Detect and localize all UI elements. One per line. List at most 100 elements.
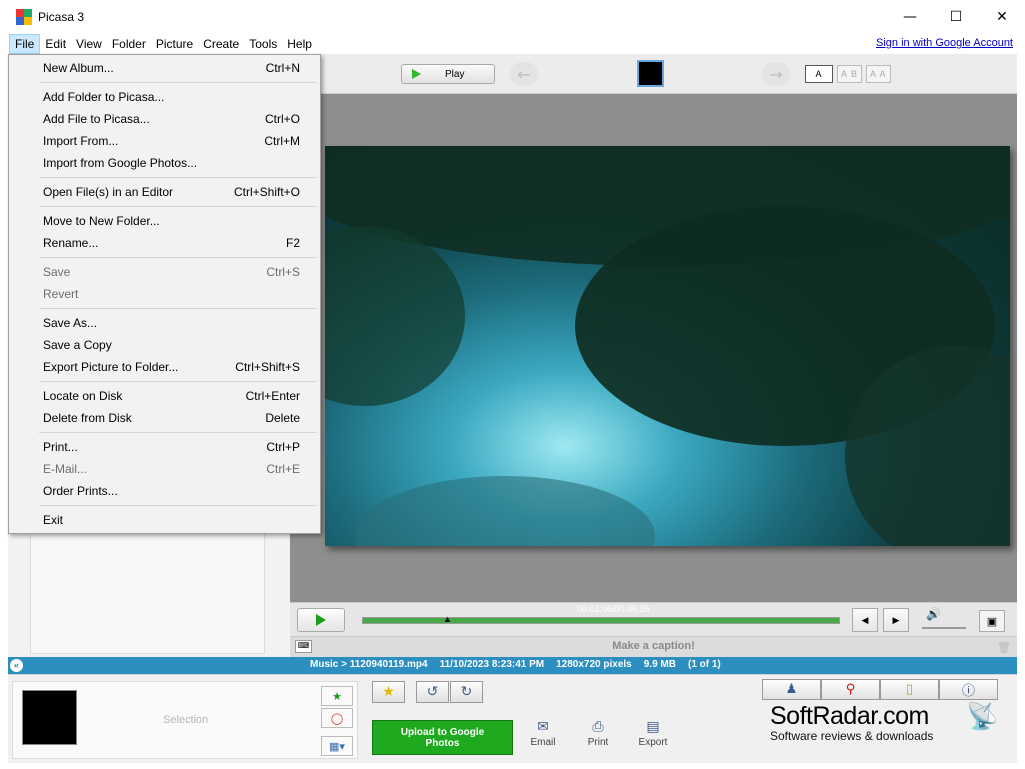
menu-item-rename[interactable]: Rename... F2 [9,232,320,254]
menu-item-label: Print... [43,440,78,454]
menu-separator [39,82,317,83]
export-folder-icon: ▤ [646,719,660,735]
menu-separator [39,381,317,382]
volume-slider[interactable] [922,627,966,629]
menu-item-add-folder-to-picasa[interactable]: Add Folder to Picasa... [9,86,320,108]
menu-item-shortcut: Ctrl+N [265,61,300,75]
previous-button[interactable]: ← [510,62,538,86]
status-dimensions: 1280x720 pixels [556,659,632,670]
menu-view[interactable]: View [71,34,107,54]
current-thumbnail[interactable] [637,60,664,87]
menu-item-open-file-s-in-an-editor[interactable]: Open File(s) in an Editor Ctrl+Shift+O [9,181,320,203]
menu-separator [39,308,317,309]
trash-icon[interactable]: 🗑 [997,641,1011,654]
upload-label-line1: Upload to Google [400,726,485,738]
caption-mode-compare[interactable]: A B [837,65,863,83]
add-to-album-button[interactable]: ▦▾ [321,736,353,756]
export-button[interactable]: ▤ Export [633,719,673,748]
print-button[interactable]: ⎙ Print [578,719,618,748]
timeline-fill [363,618,839,623]
fullscreen-button[interactable]: ▣ [979,610,1005,632]
status-datetime: 11/10/2023 8:23:41 PM [439,659,545,670]
rotate-right-button[interactable]: ↻ [450,681,483,703]
status-size: 9.9 MB [643,659,676,670]
pin-icon: ★ [332,690,342,703]
star-icon: ★ [382,684,395,700]
caption-mode-single[interactable]: A [805,65,833,83]
file-menu-dropdown: New Album... Ctrl+N Add Folder to Picasa..… [8,54,321,534]
video-player-controls: 00:01:06/00:06:36 ▲ ◀ ▶ 🔊 ▣ [290,602,1017,636]
menu-item-export-picture-to-folder[interactable]: Export Picture to Folder... Ctrl+Shift+S [9,356,320,378]
people-tab[interactable]: ♟ [762,679,821,700]
previous-frame-button[interactable]: ◀ [852,608,878,632]
play-slideshow-button[interactable]: Play [401,64,495,84]
menu-item-order-prints[interactable]: Order Prints... [9,480,320,502]
menu-item-locate-on-disk[interactable]: Locate on Disk Ctrl+Enter [9,385,320,407]
tags-tab[interactable]: ▯ [880,679,939,700]
menu-item-label: Move to New Folder... [43,214,160,228]
menu-help[interactable]: Help [282,34,317,54]
upload-google-photos-button[interactable]: Upload to Google Photos [372,720,513,755]
window-title: Picasa 3 [38,10,85,24]
sign-in-link[interactable]: Sign in with Google Account [876,37,1013,49]
export-label: Export [638,737,668,748]
menu-item-print[interactable]: Print... Ctrl+P [9,436,320,458]
rotate-right-icon: ↻ [460,684,473,700]
caption-input[interactable]: Make a caption! [290,640,1017,652]
menu-item-exit[interactable]: Exit [9,509,320,531]
menu-item-import-from[interactable]: Import From... Ctrl+M [9,130,320,152]
menu-separator [39,177,317,178]
maximize-icon: ☐ [949,9,963,25]
next-button[interactable]: → [762,62,790,86]
tag-icon: ▯ [905,682,914,697]
menu-folder[interactable]: Folder [107,34,151,54]
collapse-panel-icon[interactable]: « [10,659,23,672]
menu-tools[interactable]: Tools [244,34,282,54]
upload-label-line2: Photos [425,737,460,749]
video-play-button[interactable] [297,608,345,632]
menu-separator [39,432,317,433]
star-button[interactable]: ★ [372,681,405,703]
menu-item-save-a-copy[interactable]: Save a Copy [9,334,320,356]
email-button[interactable]: ✉ Email [523,719,563,748]
rotate-left-icon: ↺ [426,684,439,700]
caption-mode-double[interactable]: A A [866,65,891,83]
timeline-playhead[interactable]: ▲ [443,614,452,624]
menu-item-delete-from-disk[interactable]: Delete from Disk Delete [9,407,320,429]
menu-item-import-from-google-photos[interactable]: Import from Google Photos... [9,152,320,174]
menu-create[interactable]: Create [198,34,244,54]
maximize-button[interactable]: ☐ [933,0,979,34]
hold-pin-button[interactable]: ★ [321,686,353,706]
menu-item-label: Exit [43,513,64,527]
clear-tray-button[interactable]: ◯ [321,708,353,728]
menu-item-move-to-new-folder[interactable]: Move to New Folder... [9,210,320,232]
speaker-icon[interactable]: 🔊 [926,607,941,621]
menu-picture[interactable]: Picture [151,34,198,54]
menu-edit[interactable]: Edit [40,34,71,54]
menu-item-shortcut: Ctrl+M [264,134,300,148]
menu-item-shortcut: Delete [265,411,300,425]
menu-item-shortcut: F2 [285,236,300,250]
video-timeline[interactable]: ▲ [362,614,840,624]
email-label: Email [530,737,556,748]
menu-item-new-album[interactable]: New Album... Ctrl+N [9,57,320,79]
next-frame-button[interactable]: ▶ [883,608,909,632]
menu-file[interactable]: File [9,34,41,54]
menu-item-label: Save As... [43,316,98,330]
menu-separator [39,257,317,258]
minimize-button[interactable]: — [887,0,933,34]
picasa-logo-icon [16,9,32,25]
close-icon: ✕ [996,9,1008,25]
properties-tab[interactable]: ⓘ [939,679,998,700]
menu-item-save: Save Ctrl+S [9,261,320,283]
close-button[interactable]: ✕ [979,0,1025,34]
rotate-left-button[interactable]: ↺ [416,681,449,703]
menu-item-add-file-to-picasa[interactable]: Add File to Picasa... Ctrl+O [9,108,320,130]
menu-item-shortcut: Ctrl+E [266,462,300,476]
places-tab[interactable]: ⚲ [821,679,880,700]
menu-item-save-as[interactable]: Save As... [9,312,320,334]
video-frame[interactable] [325,146,1010,546]
viewer-toolbar: Play ← → A A B A A [290,54,1017,94]
time-readout: 00:01:06/00:06:36 [577,604,650,614]
selection-thumbnail[interactable] [22,690,77,745]
